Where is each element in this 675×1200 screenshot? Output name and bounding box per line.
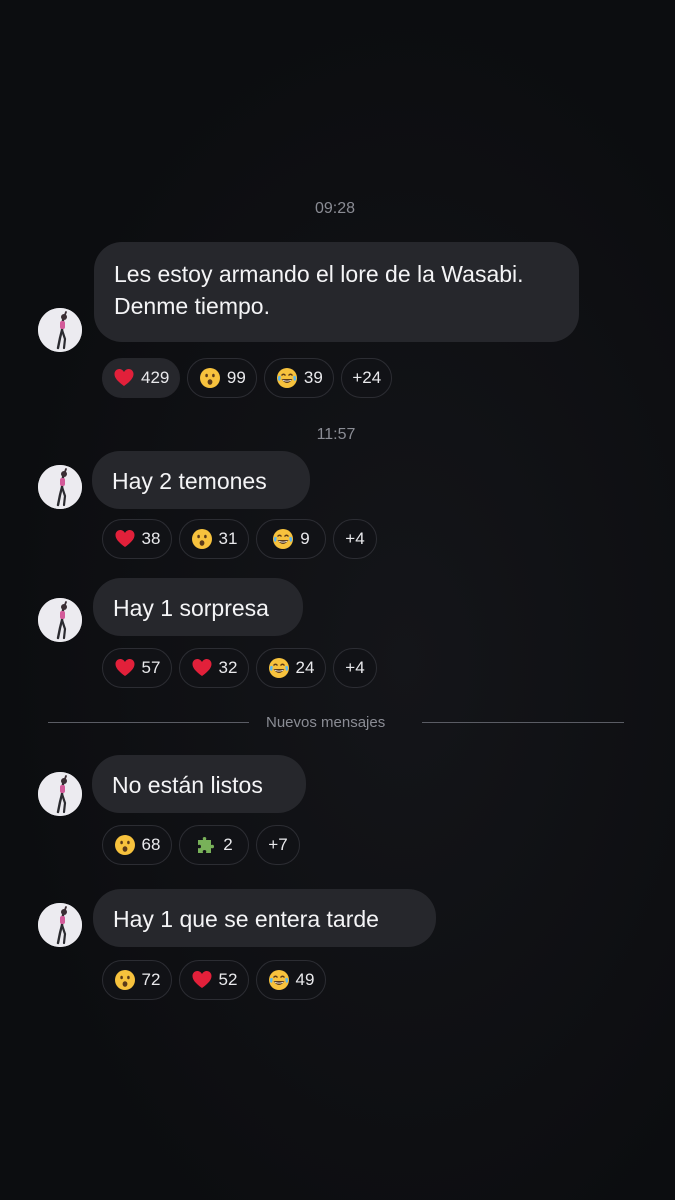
- timestamp: 09:28: [314, 200, 356, 217]
- avatar[interactable]: [38, 772, 82, 816]
- reaction-count: 49: [295, 970, 315, 989]
- reaction-count: 429: [141, 368, 170, 387]
- reaction-chip[interactable]: 68: [102, 825, 172, 865]
- reaction-count: 24: [295, 658, 315, 677]
- reaction-count: 68: [141, 835, 161, 854]
- reaction-chip[interactable]: 39: [264, 358, 335, 398]
- divider-line: [422, 722, 624, 723]
- crying-laughing-face-icon: [272, 528, 294, 550]
- reaction-count: 9: [300, 529, 310, 548]
- avatar[interactable]: [38, 903, 82, 947]
- reaction-chip[interactable]: 2: [179, 825, 249, 865]
- reaction-count: +7: [268, 835, 288, 854]
- heart-icon: [114, 657, 136, 679]
- reaction-chip[interactable]: 31: [179, 519, 249, 559]
- message-text: Les estoy armando el lore de la Wasabi.: [114, 261, 524, 287]
- heart-icon: [114, 528, 136, 550]
- message-text: Hay 2 temones: [112, 468, 267, 494]
- surprised-face-icon: [114, 834, 136, 856]
- surprised-face-icon: [199, 367, 221, 389]
- message-bubble[interactable]: Hay 2 temones: [92, 451, 310, 509]
- reaction-count: 72: [141, 970, 161, 989]
- reaction-count: 39: [303, 368, 323, 387]
- reaction-chip[interactable]: 429: [102, 358, 181, 398]
- message-bubble[interactable]: No están listos: [92, 755, 306, 813]
- reactions-row: 38 31 9 +4: [102, 519, 377, 559]
- reaction-count: 2: [223, 835, 233, 854]
- surprised-face-icon: [191, 528, 213, 550]
- crying-laughing-face-icon: [276, 367, 298, 389]
- avatar[interactable]: [38, 308, 82, 352]
- reaction-chip[interactable]: 72: [102, 960, 172, 1000]
- reaction-chip[interactable]: 57: [102, 648, 172, 688]
- surprised-face-icon: [114, 969, 136, 991]
- message-text: Hay 1 que se entera tarde: [113, 906, 379, 932]
- reaction-count: +4: [345, 658, 365, 677]
- timestamp: 11:57: [316, 426, 356, 443]
- message-text: Denme tiempo.: [114, 293, 270, 319]
- message-bubble[interactable]: Les estoy armando el lore de la Wasabi. …: [94, 242, 579, 342]
- message-text: No están listos: [112, 772, 263, 798]
- heart-icon: [191, 969, 213, 991]
- avatar[interactable]: [38, 598, 82, 642]
- divider-line: [48, 722, 249, 723]
- reaction-chip[interactable]: 24: [256, 648, 326, 688]
- reaction-count: +4: [345, 529, 365, 548]
- heart-icon: [191, 657, 213, 679]
- message-bubble[interactable]: Hay 1 sorpresa: [93, 578, 303, 636]
- reactions-row: 72 52 49: [102, 960, 326, 1000]
- message-bubble[interactable]: Hay 1 que se entera tarde: [93, 889, 436, 947]
- reactions-row: 57 32 24 +4: [102, 648, 377, 688]
- reaction-count: 31: [218, 529, 238, 548]
- message-text: Hay 1 sorpresa: [113, 595, 269, 621]
- crying-laughing-face-icon: [268, 969, 290, 991]
- more-reactions-chip[interactable]: +4: [333, 519, 377, 559]
- reaction-count: 52: [218, 970, 238, 989]
- more-reactions-chip[interactable]: +4: [333, 648, 377, 688]
- reaction-chip[interactable]: 99: [187, 358, 258, 398]
- reaction-count: 32: [218, 658, 238, 677]
- reaction-count: +24: [352, 368, 382, 387]
- reaction-chip[interactable]: 9: [256, 519, 326, 559]
- heart-icon: [113, 367, 135, 389]
- new-messages-label: Nuevos mensajes: [266, 714, 386, 731]
- reaction-chip[interactable]: 38: [102, 519, 172, 559]
- crying-laughing-face-icon: [268, 657, 290, 679]
- more-reactions-chip[interactable]: +24: [341, 358, 393, 398]
- reaction-count: 57: [141, 658, 161, 677]
- reactions-row: 68 2 +7: [102, 825, 300, 865]
- reaction-chip[interactable]: 32: [179, 648, 249, 688]
- avatar[interactable]: [38, 465, 82, 509]
- reaction-count: 38: [141, 529, 161, 548]
- reactions-row: 429 99 39 +24: [102, 358, 393, 398]
- more-reactions-chip[interactable]: +7: [256, 825, 300, 865]
- reaction-chip[interactable]: 52: [179, 960, 249, 1000]
- puzzle-piece-icon: [195, 834, 217, 856]
- reaction-count: 99: [226, 368, 246, 387]
- reaction-chip[interactable]: 49: [256, 960, 326, 1000]
